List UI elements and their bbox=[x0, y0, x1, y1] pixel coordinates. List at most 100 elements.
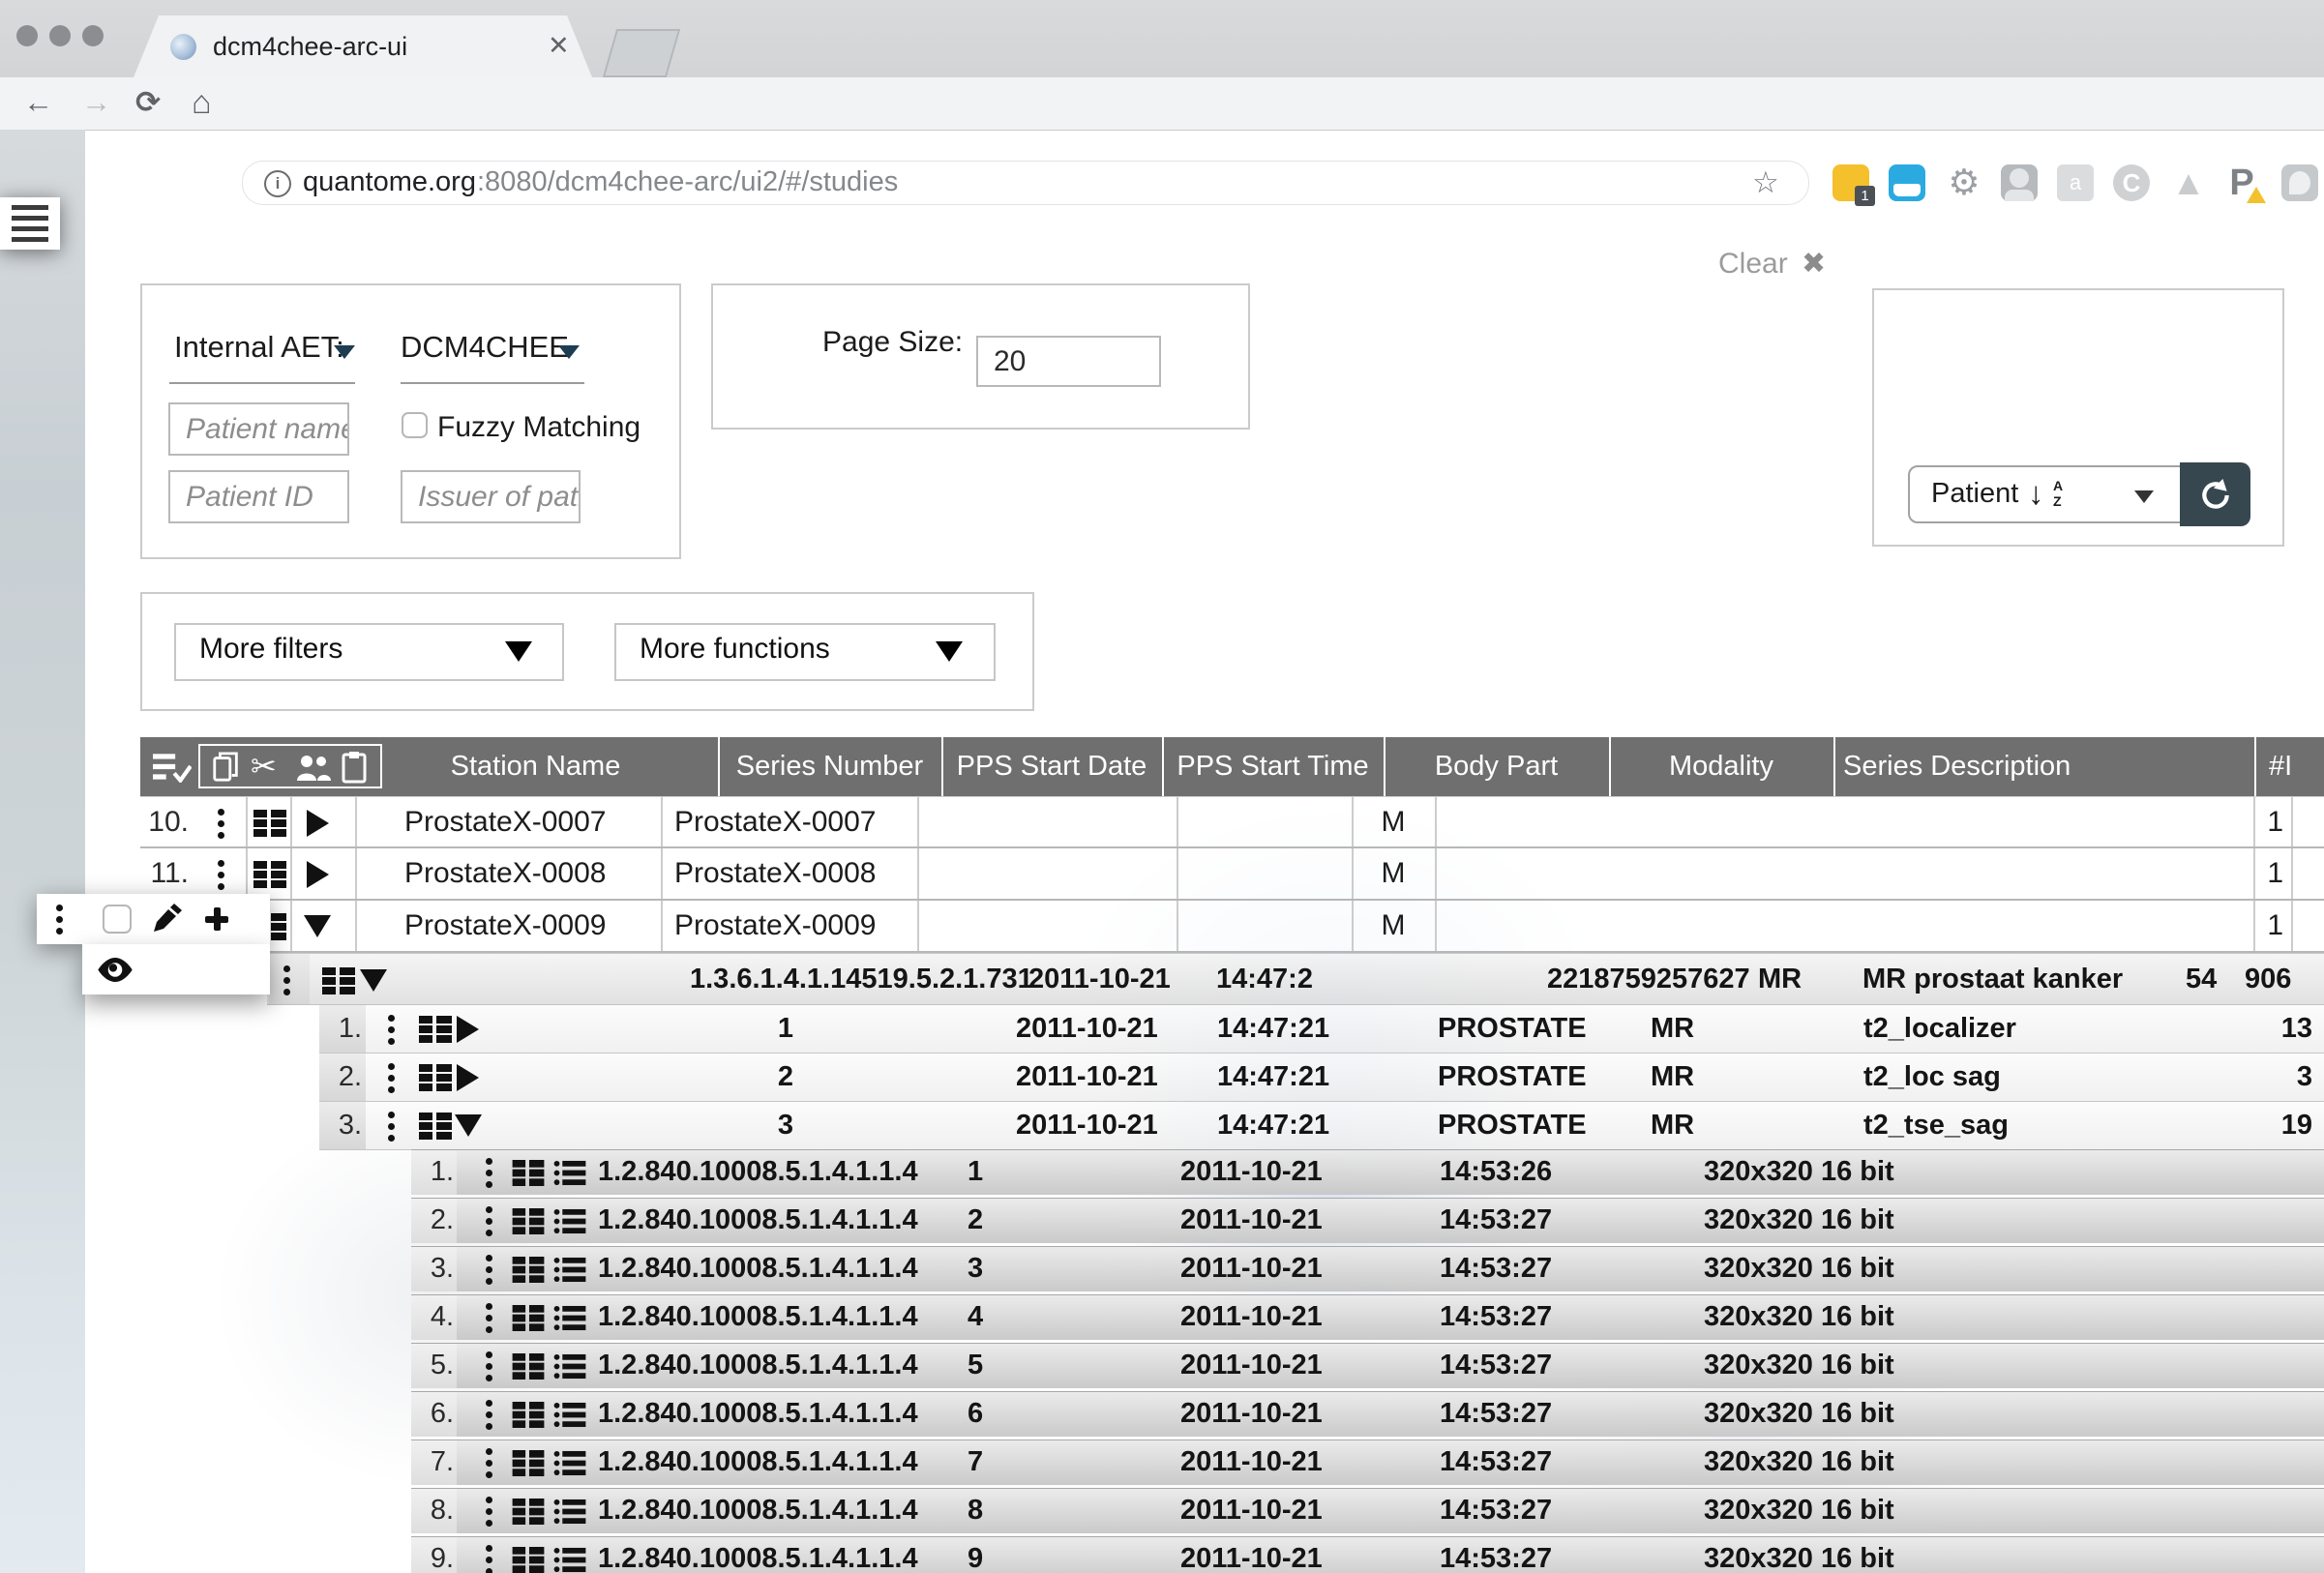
table-icon[interactable] bbox=[511, 1353, 546, 1380]
pocket-icon[interactable] bbox=[1889, 164, 1925, 201]
column-header[interactable]: Series Number bbox=[718, 737, 941, 796]
kebab-menu-icon[interactable] bbox=[486, 1460, 492, 1467]
info-icon[interactable]: i bbox=[264, 170, 291, 197]
column-header[interactable]: #I bbox=[2269, 737, 2292, 796]
page-size-input[interactable] bbox=[976, 336, 1161, 387]
kebab-menu-icon[interactable] bbox=[486, 1170, 492, 1176]
expand-icon[interactable] bbox=[307, 861, 329, 888]
table-icon[interactable] bbox=[511, 1450, 546, 1476]
kebab-menu-icon[interactable] bbox=[283, 977, 290, 984]
list-icon[interactable] bbox=[552, 1353, 587, 1380]
column-header[interactable]: Modality bbox=[1609, 737, 1833, 796]
p-warning-icon[interactable]: P bbox=[2225, 164, 2258, 201]
kebab-menu-icon[interactable] bbox=[56, 916, 63, 923]
column-header[interactable]: PPS Start Time bbox=[1162, 737, 1384, 796]
list-icon[interactable] bbox=[552, 1402, 587, 1428]
browser-tab[interactable]: dcm4chee-arc-ui ✕ bbox=[134, 15, 592, 77]
table-icon[interactable] bbox=[511, 1257, 546, 1283]
table-icon[interactable] bbox=[511, 1402, 546, 1428]
collapse-icon[interactable] bbox=[304, 915, 331, 937]
home-icon[interactable]: ⌂ bbox=[192, 77, 212, 130]
table-icon[interactable] bbox=[511, 1305, 546, 1331]
bookmark-star-icon[interactable]: ☆ bbox=[1752, 162, 1779, 204]
chat-icon[interactable]: a bbox=[2057, 164, 2094, 201]
cut-icon[interactable]: ✂ bbox=[251, 746, 277, 788]
c-circle-icon[interactable]: C bbox=[2113, 164, 2150, 201]
table-icon[interactable] bbox=[418, 1064, 453, 1091]
select-list-icon[interactable] bbox=[153, 752, 192, 783]
collapse-icon[interactable] bbox=[360, 969, 387, 992]
list-icon[interactable] bbox=[552, 1208, 587, 1234]
kebab-menu-icon[interactable] bbox=[486, 1411, 492, 1418]
chevron-down-icon[interactable] bbox=[334, 345, 355, 359]
kebab-menu-icon[interactable] bbox=[486, 1363, 492, 1370]
merge-patients-icon[interactable] bbox=[295, 754, 332, 781]
table-icon[interactable] bbox=[511, 1499, 546, 1525]
table-icon[interactable] bbox=[511, 1160, 546, 1186]
column-header[interactable]: Station Name bbox=[353, 737, 718, 796]
copy-icon[interactable] bbox=[212, 752, 241, 783]
kebab-menu-icon[interactable] bbox=[388, 1075, 395, 1082]
avatar-icon[interactable] bbox=[2001, 164, 2038, 201]
table-icon[interactable] bbox=[253, 861, 286, 888]
kebab-menu-icon[interactable] bbox=[486, 1508, 492, 1515]
more-filters-select[interactable]: More filters bbox=[174, 623, 564, 681]
kebab-menu-icon[interactable] bbox=[486, 1266, 492, 1273]
patient-name-input[interactable] bbox=[168, 402, 349, 456]
close-tab-icon[interactable]: ✕ bbox=[548, 15, 570, 77]
clear-filters-label[interactable]: Clear bbox=[1718, 248, 1788, 281]
column-header[interactable]: Body Part bbox=[1384, 737, 1609, 796]
reload-icon[interactable]: ⟳ bbox=[135, 77, 161, 130]
window-minimize-button[interactable] bbox=[49, 25, 71, 46]
menu-toggle-button[interactable] bbox=[0, 197, 60, 250]
clear-icon[interactable]: ✖ bbox=[1802, 247, 1826, 281]
list-icon[interactable] bbox=[552, 1257, 587, 1283]
forward-icon[interactable]: → bbox=[81, 77, 111, 130]
table-icon[interactable] bbox=[253, 810, 286, 837]
table-icon[interactable] bbox=[321, 967, 356, 994]
patient-id-input[interactable] bbox=[168, 470, 349, 523]
kebab-menu-icon[interactable] bbox=[218, 872, 224, 878]
refresh-button[interactable] bbox=[2180, 462, 2250, 526]
window-zoom-button[interactable] bbox=[82, 25, 104, 46]
password-manager-icon[interactable]: 1 bbox=[1832, 164, 1869, 201]
edit-icon[interactable] bbox=[151, 904, 182, 935]
add-icon[interactable] bbox=[203, 905, 230, 933]
column-header[interactable]: PPS Start Date bbox=[941, 737, 1162, 796]
more-functions-select[interactable]: More functions bbox=[614, 623, 996, 681]
kebab-menu-icon[interactable] bbox=[388, 1123, 395, 1130]
list-icon[interactable] bbox=[552, 1547, 587, 1573]
aet-select-value[interactable]: DCM4CHEE bbox=[401, 330, 569, 365]
order-by-select[interactable]: Patient ↓ A Z bbox=[1908, 465, 2182, 523]
expand-icon[interactable] bbox=[457, 1016, 479, 1043]
expand-icon[interactable] bbox=[457, 1064, 479, 1091]
chevron-down-icon[interactable] bbox=[558, 345, 580, 359]
table-icon[interactable] bbox=[418, 1016, 453, 1043]
table-icon[interactable] bbox=[418, 1113, 453, 1140]
drive-icon[interactable]: ▲ bbox=[2169, 164, 2208, 201]
fuzzy-matching-checkbox[interactable] bbox=[402, 412, 428, 438]
blob-icon[interactable] bbox=[2281, 164, 2318, 201]
internal-aet-label[interactable]: Internal AET: bbox=[174, 330, 344, 365]
kebab-menu-icon[interactable] bbox=[486, 1218, 492, 1225]
kebab-menu-icon[interactable] bbox=[218, 820, 224, 827]
kebab-menu-icon[interactable] bbox=[388, 1026, 395, 1033]
gear-icon[interactable]: ⚙ bbox=[1945, 164, 1983, 201]
select-row-checkbox[interactable] bbox=[103, 905, 132, 934]
url-bar[interactable]: i quantome.org :8080/dcm4chee-arc/ui2/#/… bbox=[242, 161, 1809, 205]
collapse-icon[interactable] bbox=[455, 1114, 482, 1137]
expand-icon[interactable] bbox=[307, 810, 329, 837]
table-icon[interactable] bbox=[511, 1208, 546, 1234]
view-icon[interactable] bbox=[96, 957, 134, 983]
new-tab-button[interactable] bbox=[603, 29, 680, 77]
back-icon[interactable]: ← bbox=[23, 77, 53, 130]
column-header[interactable]: Series Description bbox=[1843, 737, 2071, 796]
list-icon[interactable] bbox=[552, 1450, 587, 1476]
list-icon[interactable] bbox=[552, 1499, 587, 1525]
kebab-menu-icon[interactable] bbox=[486, 1557, 492, 1563]
kebab-menu-icon[interactable] bbox=[486, 1315, 492, 1321]
list-icon[interactable] bbox=[552, 1305, 587, 1331]
list-icon[interactable] bbox=[552, 1160, 587, 1186]
window-close-button[interactable] bbox=[16, 25, 38, 46]
table-icon[interactable] bbox=[511, 1547, 546, 1573]
